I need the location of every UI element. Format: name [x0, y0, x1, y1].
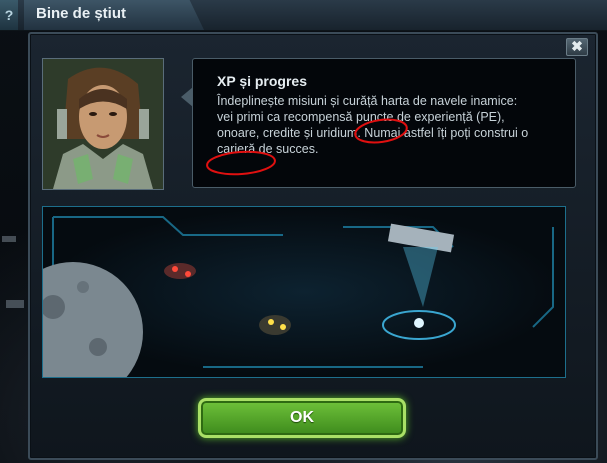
- info-title: XP și progres: [217, 73, 308, 89]
- title-bar: ? Bine de știut: [0, 0, 607, 31]
- player-ship-yellow: [259, 315, 291, 335]
- debris-1: [2, 236, 16, 242]
- pilot-portrait: [42, 58, 164, 190]
- moon: [43, 262, 143, 377]
- game-scene-illustration: [42, 206, 566, 378]
- pilot-portrait-image: [43, 59, 163, 189]
- space-station: [382, 223, 456, 340]
- scene-art: [43, 216, 554, 377]
- info-dialog: ✖ XP și progres Îndeplinește misiuni și …: [28, 32, 598, 460]
- enemy-ship-red: [164, 263, 196, 279]
- window-title: Bine de știut: [24, 0, 204, 30]
- help-button[interactable]: ?: [0, 0, 18, 30]
- ok-button[interactable]: OK: [198, 398, 406, 438]
- close-button[interactable]: ✖: [566, 38, 588, 56]
- info-panel: XP și progres Îndeplinește misiuni și cu…: [181, 58, 576, 188]
- debris-2: [6, 300, 24, 308]
- info-text: Îndeplinește misiuni și curăță harta de …: [217, 94, 529, 156]
